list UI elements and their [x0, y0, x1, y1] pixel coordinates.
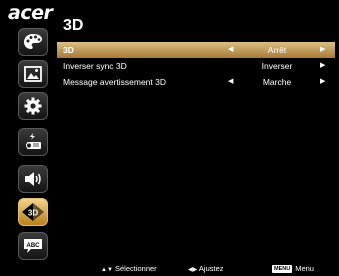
right-arrow-icon[interactable]: ▶	[320, 74, 325, 90]
footer-menu-hint: MENU Menu	[272, 263, 314, 275]
audio-volume-icon[interactable]	[18, 165, 48, 193]
menu-row-value: Marche	[262, 77, 292, 87]
menu-row-label: Message avertissement 3D	[63, 77, 166, 87]
right-arrow-icon[interactable]: ▶	[320, 58, 325, 74]
color-palette-icon[interactable]	[18, 28, 48, 56]
up-down-arrows-icon: ▲▼	[101, 267, 113, 273]
menu-row-value: Inverser	[261, 61, 293, 71]
menu-row-label: 3D	[63, 45, 74, 55]
left-arrow-icon[interactable]: ◀	[228, 42, 233, 58]
footer-select-hint: ▲▼ Sélectionner	[101, 263, 157, 275]
left-arrow-icon[interactable]: ◀	[228, 74, 233, 90]
select-hint-label: Sélectionner	[114, 264, 157, 273]
menu-key-icon: MENU	[272, 265, 293, 273]
language-abc-icon[interactable]: ABC	[18, 232, 48, 260]
sidebar: 3D ABC	[0, 0, 55, 276]
menu-row-3d[interactable]: 3D ◀ Arrêt ▶	[57, 42, 335, 58]
menu-list: 3D ◀ Arrêt ▶ Inverser sync 3D Inverser ▶…	[57, 42, 335, 90]
right-arrow-icon[interactable]: ▶	[320, 42, 325, 58]
image-icon[interactable]	[18, 60, 48, 88]
settings-gear-icon[interactable]	[18, 92, 48, 120]
page-title: 3D	[63, 17, 84, 34]
3d-icon[interactable]: 3D	[18, 198, 48, 226]
left-right-arrows-icon: ◀▶	[188, 267, 198, 273]
footer-adjust-hint: ◀▶ Ajustez	[188, 263, 224, 275]
menu-row-inverser-sync-3d[interactable]: Inverser sync 3D Inverser ▶	[57, 58, 335, 74]
3d-icon-label: 3D	[28, 209, 38, 218]
menu-row-message-avertissement-3d[interactable]: Message avertissement 3D ◀ Marche ▶	[57, 74, 335, 90]
menu-row-label: Inverser sync 3D	[63, 61, 127, 71]
menu-row-value: Arrêt	[267, 45, 287, 55]
projector-management-icon[interactable]	[18, 128, 48, 156]
adjust-hint-label: Ajustez	[198, 264, 224, 273]
abc-icon-label: ABC	[27, 243, 41, 249]
menu-hint-label: Menu	[295, 264, 314, 273]
